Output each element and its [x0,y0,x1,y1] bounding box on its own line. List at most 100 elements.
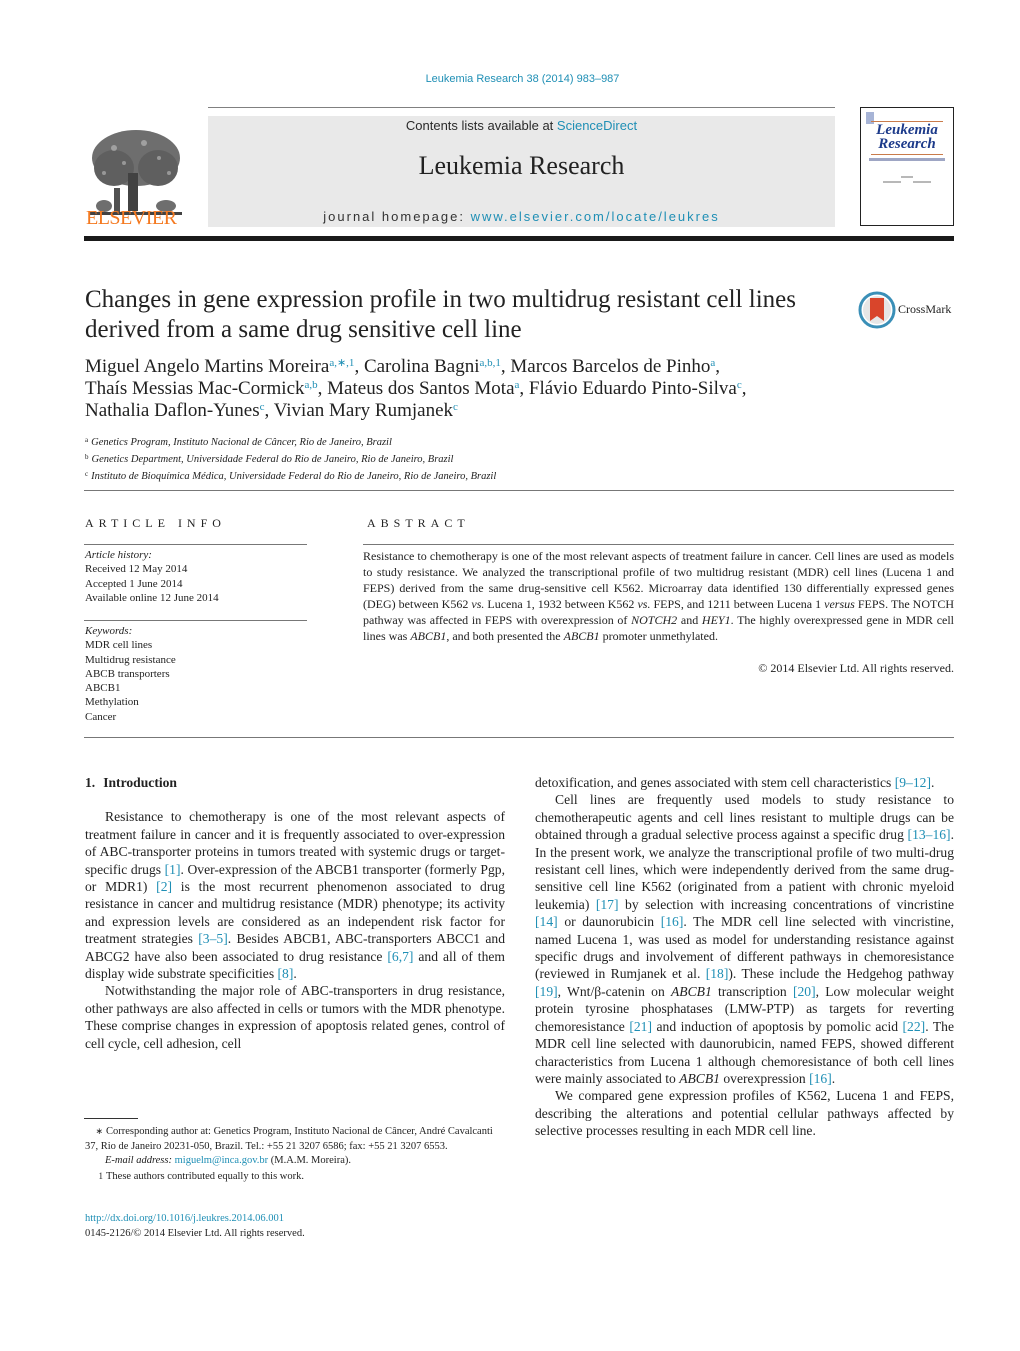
article-info-divider [84,544,307,545]
text-run: ). These include the Hedgehog pathway [728,966,954,982]
reference-link[interactable]: [6,7] [387,949,413,964]
cover-rule [871,154,943,155]
contents-line: Contents lists available at ScienceDirec… [208,118,835,133]
text-run: detoxification, and genes associated wit… [535,775,895,790]
text-run: transcription [711,983,793,999]
affiliation: a Genetics Program, Instituto Nacional de… [85,433,885,450]
keyword-item: ABCB transporters [85,667,170,680]
history-heading: Article history: [85,549,152,561]
text-run: Lucena 1, 1932 between K562 [484,597,638,611]
author-affiliation-mark[interactable]: a,∗,1 [329,357,354,369]
crossmark-label[interactable]: CrossMark [898,302,951,317]
keywords: Keywords: MDR cell lines Multidrug resis… [85,624,176,724]
text-run: FEPS, and 1211 between Lucena 1 [650,597,825,611]
reference-link[interactable]: [13–16] [908,827,951,842]
left-paragraphs: Resistance to chemotherapy is one of the… [85,808,505,1052]
email-label: E-mail address: [105,1155,172,1166]
corresponding-text: Corresponding author at: Genetics Progra… [85,1126,493,1152]
footnote-mark: ∗ [95,1126,103,1136]
text-run: promoter unmethylated. [599,629,718,643]
article-history: Article history: Received 12 May 2014 Ac… [85,548,219,605]
keyword-item: Methylation [85,696,139,709]
reference-link[interactable]: [22] [903,1019,926,1034]
body-paragraph: Cell lines are frequently used models to… [535,791,954,1087]
reference-link[interactable]: [9–12] [895,775,931,790]
affiliation: b Genetics Department, Universidade Feder… [85,450,885,467]
footnote-mark: 1 [98,1170,104,1181]
history-online: Available online 12 June 2014 [85,591,219,604]
footnotes: ∗ Corresponding author at: Genetics Progr… [85,1124,505,1184]
author-separator: , [519,378,529,399]
section-heading-introduction: 1. Introduction [85,774,505,791]
email-link[interactable]: miguelm@inca.gov.br [175,1155,269,1166]
text-run: overexpression [719,1070,810,1086]
author-affiliation-mark[interactable]: c [453,401,458,413]
text-run: , Wnt/β-catenin on [557,983,671,999]
affiliation-mark: c [85,470,89,478]
author-name: Thaís Messias Mac-Cormick [85,378,305,399]
body-paragraph: detoxification, and genes associated wit… [535,774,954,791]
italic-term: ABCB1 [670,983,712,999]
reference-link[interactable]: [14] [535,914,558,929]
affiliation-text: Genetics Department, Universidade Federa… [91,454,454,465]
reference-link[interactable]: [19] [535,984,558,999]
reference-link[interactable]: [21] [629,1019,652,1034]
italic-term: vs. [471,597,485,611]
author-name: Carolina Bagni [363,356,480,377]
section-title: Introduction [103,775,177,790]
author-separator: , [354,356,364,377]
reference-link[interactable]: [3–5] [198,931,227,946]
section-number: 1. [85,775,96,790]
text-run: . [293,966,297,982]
text-run: Notwithstanding the major role of ABC-tr… [85,983,505,1051]
reference-link[interactable]: [20] [793,984,816,999]
body-column-left: 1. Introduction Resistance to chemotherap… [85,774,505,1052]
italic-term: versus [824,597,855,611]
text-run: We compared gene expression profiles of … [535,1088,954,1139]
author-affiliation-mark[interactable]: a,b [305,379,318,391]
cover-text [901,176,913,178]
abstract-heading: ABSTRACT [367,516,470,530]
author-name: Mateus dos Santos Mota [327,378,515,399]
author-separator: , [715,356,721,377]
cover-title-line2: Research [878,136,936,152]
article-info-heading: ARTICLE INFO [85,516,226,530]
author-name: Marcos Barcelos de Pinho [510,356,711,377]
reference-link[interactable]: [1] [165,862,181,877]
author-name: Miguel Angelo Martins Moreira [85,356,330,377]
journal-citation-link[interactable]: Leukemia Research 38 (2014) 983–987 [0,73,1020,85]
abstract-copyright: © 2014 Elsevier Ltd. All rights reserved… [758,661,954,675]
text-run: Cell lines are frequently used models to… [535,792,954,843]
sciencedirect-link[interactable]: ScienceDirect [557,118,637,133]
footnote-email: E-mail address: miguelm@inca.gov.br (M.A… [85,1154,505,1169]
footnote-rule [84,1118,138,1119]
cover-text [883,181,901,183]
reference-link[interactable]: [17] [596,897,619,912]
elsevier-wordmark: ELSEVIER [86,207,177,229]
body-column-right: detoxification, and genes associated wit… [535,774,954,1140]
affiliation-mark: b [85,453,89,461]
journal-cover-thumbnail: Leukemia Research [860,107,954,226]
italic-term: vs. [637,597,651,611]
text-run: by selection with increasing concentrati… [618,896,954,912]
text-run: or daunorubicin [557,914,661,930]
author-separator: , [500,356,511,377]
author-affiliation-mark[interactable]: a,b,1 [480,357,501,369]
footnote-corresponding: ∗ Corresponding author at: Genetics Progr… [85,1124,505,1154]
reference-link[interactable]: [8] [278,966,294,981]
email-suffix: (M.A.M. Moreira). [268,1155,351,1166]
header-divider [208,107,835,108]
issn-line: 0145-2126/© 2014 Elsevier Ltd. All right… [85,1227,305,1239]
homepage-prefix: journal homepage: [323,209,471,224]
doi-link[interactable]: http://dx.doi.org/10.1016/j.leukres.2014… [85,1213,284,1224]
homepage-link[interactable]: www.elsevier.com/locate/leukres [471,209,720,224]
text-run: and [677,613,702,627]
keyword-item: MDR cell lines [85,639,153,652]
reference-link[interactable]: [2] [156,879,172,894]
cover-text [913,181,931,183]
reference-link[interactable]: [18] [706,966,729,981]
reference-link[interactable]: [16] [661,914,684,929]
text-run: , and both presented the [446,629,564,643]
reference-link[interactable]: [16] [809,1071,832,1086]
body-paragraph: We compared gene expression profiles of … [535,1087,954,1139]
